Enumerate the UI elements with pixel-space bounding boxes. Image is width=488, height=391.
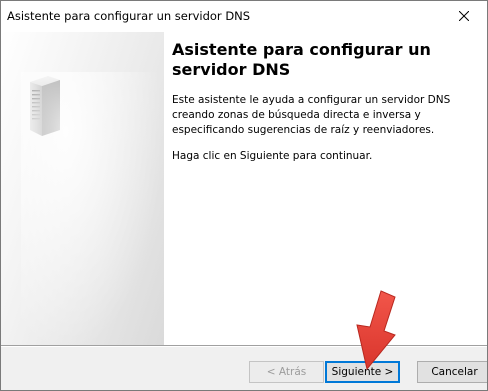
red-arrow-icon	[356, 290, 396, 371]
wizard-footer: < Atrás Siguiente > Cancelar	[1, 347, 487, 390]
cancel-button[interactable]: Cancelar	[417, 361, 487, 383]
wizard-heading: Asistente para configurar un servidor DN…	[172, 40, 431, 79]
close-button[interactable]	[441, 1, 487, 32]
close-icon	[459, 11, 469, 21]
wizard-window: Asistente para configurar un servidor DN…	[0, 0, 488, 391]
wizard-description: Este asistente le ayuda a configurar un …	[172, 94, 451, 136]
wizard-instruction: Haga clic en Siguiente para continuar.	[172, 150, 373, 162]
server-icon	[30, 76, 60, 136]
wizard-side-panel	[1, 32, 171, 372]
window-title: Asistente para configurar un servidor DN…	[7, 9, 251, 23]
wizard-content: Asistente para configurar un servidor DN…	[164, 32, 487, 345]
title-bar[interactable]: Asistente para configurar un servidor DN…	[1, 1, 487, 32]
back-button[interactable]: < Atrás	[249, 361, 324, 383]
